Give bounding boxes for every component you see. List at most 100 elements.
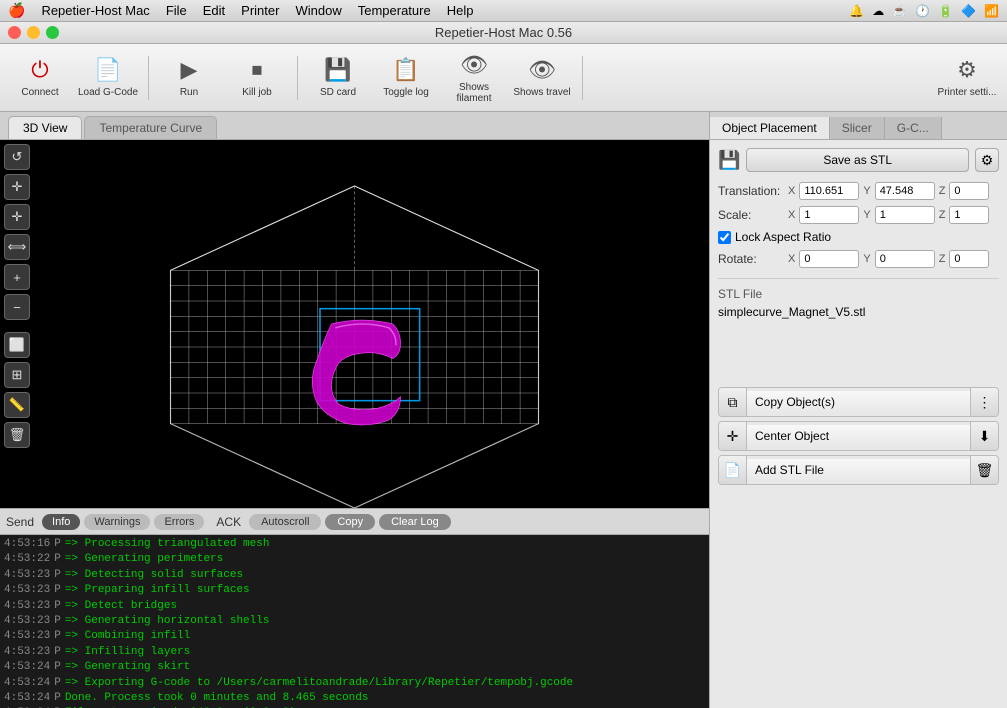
close-button[interactable]	[8, 26, 21, 39]
autoscroll-label: Autoscroll	[261, 516, 309, 528]
lock-aspect-ratio-label: Lock Aspect Ratio	[735, 230, 831, 244]
tab-object-placement[interactable]: Object Placement	[710, 117, 830, 139]
translation-y-label: Y	[863, 185, 870, 197]
tab-gcode[interactable]: G-C...	[885, 117, 942, 139]
maximize-button[interactable]	[46, 26, 59, 39]
copy-objects-right-btn[interactable]: ⋮	[970, 388, 998, 416]
translation-z-input[interactable]	[949, 182, 989, 200]
ack-label: ACK	[216, 515, 241, 529]
left-panel: 3D View Temperature Curve ↺ ✛ ✛ ⟺ + − ⬜ …	[0, 112, 710, 708]
log-icon: 📋	[392, 57, 419, 83]
apple-logo-icon[interactable]: 🍎	[8, 2, 25, 19]
log-timestamp: 4:53:23	[4, 599, 50, 614]
log-message: => Preparing infill surfaces	[65, 583, 250, 598]
clear-log-label: Clear Log	[391, 516, 439, 528]
log-type-indicator: P	[54, 568, 61, 583]
log-message: => Combining infill	[65, 629, 190, 644]
tab-errors[interactable]: Errors	[154, 514, 204, 530]
rotate-y-input[interactable]	[875, 250, 935, 268]
shows-filament-button[interactable]: 👁 Shows filament	[442, 50, 506, 106]
menu-item-app[interactable]: Repetier-Host Mac	[41, 3, 149, 18]
scale-y-input[interactable]	[875, 206, 935, 224]
copy-icon-btn[interactable]: ⧉	[719, 388, 747, 416]
tab-3d-view[interactable]: 3D View	[8, 116, 82, 139]
scale-label: Scale:	[718, 208, 788, 222]
log-timestamp: 4:53:23	[4, 583, 50, 598]
kill-job-button[interactable]: ⏹ Kill job	[225, 50, 289, 106]
log-timestamp: 4:53:24	[4, 676, 50, 691]
connect-button[interactable]: ⏻ Connect	[8, 50, 72, 106]
center-icon-btn[interactable]: ✛	[719, 422, 747, 450]
menu-item-help[interactable]: Help	[447, 3, 474, 18]
rotate-z-input[interactable]	[949, 250, 989, 268]
lock-aspect-ratio-checkbox[interactable]	[718, 231, 731, 244]
menu-item-window[interactable]: Window	[295, 3, 341, 18]
shows-travel-button[interactable]: 👁 Shows travel	[510, 50, 574, 106]
stl-file-label: STL File	[718, 287, 999, 301]
autoscroll-button[interactable]: Autoscroll	[249, 514, 321, 530]
translation-x-input[interactable]	[799, 182, 859, 200]
sd-card-button[interactable]: 💾 SD card	[306, 50, 370, 106]
stl-file-section: STL File simplecurve_Magnet_V5.stl	[718, 278, 999, 387]
scale-x-input[interactable]	[799, 206, 859, 224]
save-stl-button[interactable]: Save as STL	[746, 148, 969, 172]
log-message: => Generating horizontal shells	[65, 614, 270, 629]
separator-3	[582, 56, 583, 100]
log-timestamp: 4:53:22	[4, 552, 50, 567]
add-stl-file-button[interactable]: Add STL File	[747, 459, 970, 481]
log-line: 4:53:23 P => Generating horizontal shells	[4, 614, 705, 629]
add-stl-icon-btn[interactable]: 📄	[719, 456, 747, 484]
log-message: => Infilling layers	[65, 645, 190, 660]
3d-viewport[interactable]: ↺ ✛ ✛ ⟺ + − ⬜ ⊞ 📏 🗑	[0, 140, 709, 508]
menu-item-file[interactable]: File	[166, 3, 187, 18]
menu-item-edit[interactable]: Edit	[203, 3, 225, 18]
add-stl-label: Add STL File	[755, 463, 824, 477]
copy-objects-row: ⧉ Copy Object(s) ⋮	[718, 387, 999, 417]
tab-temperature-curve-label: Temperature Curve	[99, 121, 202, 135]
save-icon-btn[interactable]: 💾	[718, 150, 740, 171]
printer-settings-button[interactable]: ⚙ Printer setti...	[935, 50, 999, 106]
menu-item-printer[interactable]: Printer	[241, 3, 279, 18]
clear-log-button[interactable]: Clear Log	[379, 514, 451, 530]
log-timestamp: 4:53:24	[4, 660, 50, 675]
scale-z-input[interactable]	[949, 206, 989, 224]
window-title: Repetier-Host Mac 0.56	[435, 25, 572, 40]
run-button[interactable]: ▶ Run	[157, 50, 221, 106]
center-object-button[interactable]: Center Object	[747, 425, 970, 447]
toggle-log-label: Toggle log	[383, 87, 429, 98]
sdcard-icon: 💾	[324, 57, 351, 83]
printer-settings-label: Printer setti...	[938, 87, 997, 98]
shows-filament-label: Shows filament	[442, 82, 506, 104]
add-stl-right-btn[interactable]: 🗑	[970, 456, 998, 484]
translation-y-input[interactable]	[875, 182, 935, 200]
rotate-x-label: X	[788, 253, 795, 265]
rotate-coords: X Y Z	[788, 250, 999, 268]
center-object-right-btn[interactable]: ⬇	[970, 422, 998, 450]
rotate-x-input[interactable]	[799, 250, 859, 268]
stl-filename: simplecurve_Magnet_V5.stl	[718, 305, 999, 319]
toggle-log-button[interactable]: 📋 Toggle log	[374, 50, 438, 106]
scale-row: Scale: X Y Z	[718, 206, 999, 224]
copy-button[interactable]: Copy	[325, 514, 375, 530]
placement-settings-button[interactable]: ⚙	[975, 148, 999, 172]
log-message: => Generating skirt	[65, 660, 190, 675]
titlebar: Repetier-Host Mac 0.56	[0, 22, 1007, 44]
menu-item-temperature[interactable]: Temperature	[358, 3, 431, 18]
play-icon: ▶	[181, 57, 198, 83]
load-gcode-button[interactable]: 📄 Load G-Code	[76, 50, 140, 106]
log-type-indicator: P	[54, 614, 61, 629]
copy-objects-button[interactable]: Copy Object(s)	[747, 391, 970, 413]
tab-temperature-curve[interactable]: Temperature Curve	[84, 116, 217, 139]
lock-aspect-ratio-row: Lock Aspect Ratio	[718, 230, 999, 244]
tab-info[interactable]: Info	[42, 514, 80, 530]
tab-slicer[interactable]: Slicer	[830, 117, 885, 139]
rotate-y-label: Y	[863, 253, 870, 265]
coffee-icon: ☕	[892, 4, 907, 18]
log-timestamp: 4:53:23	[4, 568, 50, 583]
minimize-button[interactable]	[27, 26, 40, 39]
tab-warnings[interactable]: Warnings	[84, 514, 150, 530]
log-timestamp: 4:53:23	[4, 614, 50, 629]
right-panel: Object Placement Slicer G-C... 💾 Save as…	[710, 112, 1007, 708]
stop-icon: ⏹	[251, 57, 262, 83]
log-message: => Detecting solid surfaces	[65, 568, 243, 583]
